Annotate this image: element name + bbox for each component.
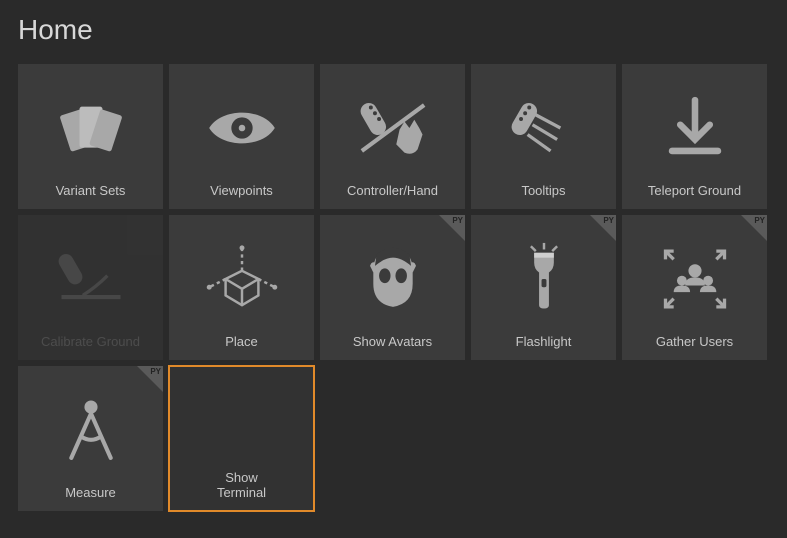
tile-tooltips[interactable]: Tooltips [471,64,616,209]
tile-label: Measure [57,485,124,501]
tile-measure[interactable]: Measure PY [18,366,163,511]
py-badge-label: PY [603,216,614,225]
controller-hand-icon [320,64,465,183]
tile-gather-users[interactable]: Gather Users PY [622,215,767,360]
tile-label: Teleport Ground [640,183,749,199]
py-badge-label: PY [754,216,765,225]
py-badge-label: PY [452,216,463,225]
tile-flashlight[interactable]: Flashlight PY [471,215,616,360]
tile-show-avatars[interactable]: Show Avatars PY [320,215,465,360]
viewpoints-icon [169,64,314,183]
tile-grid: Variant Sets Viewpoints Controller/Hand Too… [18,64,769,511]
tile-label: Calibrate Ground [33,334,148,350]
tile-controller-hand[interactable]: Controller/Hand [320,64,465,209]
tooltips-icon [471,64,616,183]
tile-label: Show Terminal [209,470,274,501]
variant-sets-icon [18,64,163,183]
tile-label: Place [217,334,266,350]
teleport-ground-icon [622,64,767,183]
tile-label: Show Avatars [345,334,440,350]
tile-variant-sets[interactable]: Variant Sets [18,64,163,209]
tile-label: Controller/Hand [339,183,446,199]
tile-place[interactable]: Place [169,215,314,360]
tile-label: Variant Sets [48,183,134,199]
tile-label: Flashlight [508,334,580,350]
py-badge-label: PY [150,367,161,376]
calibrate-ground-icon [18,215,163,334]
place-icon [169,215,314,334]
page-title: Home [18,14,769,46]
tile-calibrate-ground[interactable]: Calibrate Ground [18,215,163,360]
tile-label: Tooltips [513,183,573,199]
show-terminal-icon [169,366,314,470]
tile-viewpoints[interactable]: Viewpoints [169,64,314,209]
tile-show-terminal[interactable]: Show Terminal [169,366,314,511]
tile-label: Viewpoints [202,183,281,199]
tile-teleport-ground[interactable]: Teleport Ground [622,64,767,209]
tile-label: Gather Users [648,334,741,350]
